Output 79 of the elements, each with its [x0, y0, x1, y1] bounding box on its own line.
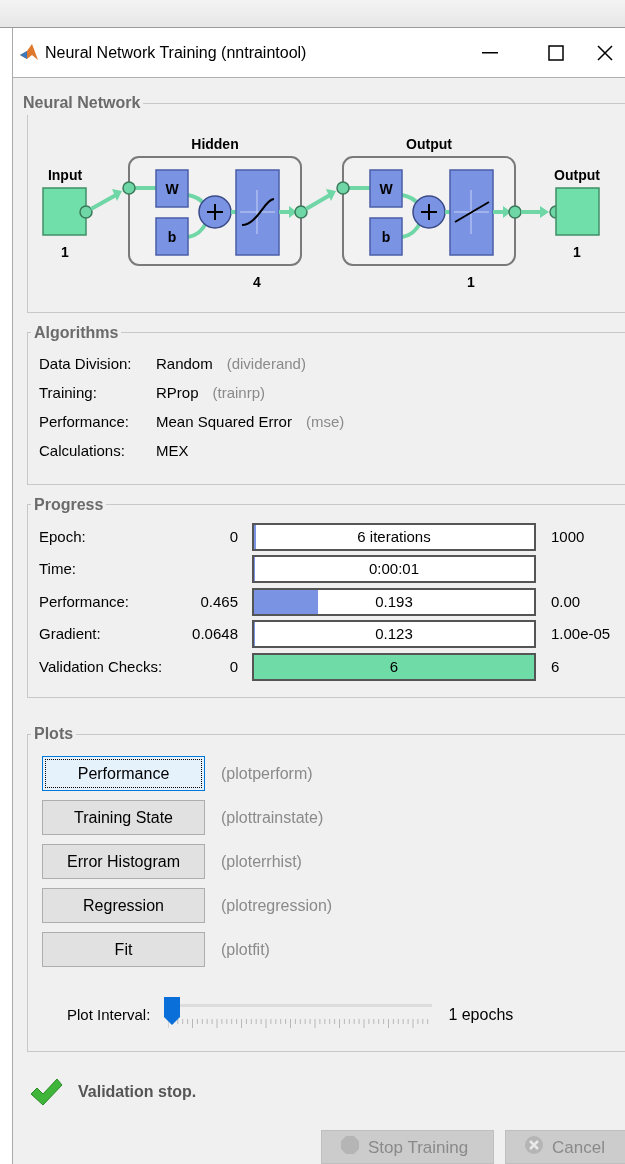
- bias-label: b: [381, 229, 391, 245]
- output-node: [555, 187, 600, 236]
- algorithm-label: Training:: [39, 383, 98, 403]
- plot-button[interactable]: Error Histogram: [42, 844, 205, 880]
- panel-title: Neural Network: [22, 93, 142, 113]
- start-value: 0: [229, 656, 238, 677]
- algorithm-value: Random: [156, 354, 213, 374]
- sum-connector-line: [186, 193, 209, 239]
- progress-value: 0.123: [374, 624, 414, 645]
- algorithm-value: MEX: [156, 441, 189, 461]
- input-label: Input: [47, 167, 83, 183]
- weight-label: W: [165, 181, 179, 197]
- maximize-icon: [548, 44, 564, 61]
- layer-size: 1: [467, 274, 475, 290]
- function-name: (plotfit): [221, 939, 270, 960]
- weight-connector-line: [336, 181, 370, 195]
- progress-label: Performance:: [39, 591, 131, 612]
- plot-button[interactable]: Fit: [42, 932, 205, 968]
- checkmark-icon: [29, 1077, 63, 1107]
- progress-value: 6: [388, 656, 400, 677]
- bias-block: [155, 217, 189, 256]
- bias-label: b: [167, 229, 177, 245]
- start-value: 0: [229, 526, 238, 547]
- algorithm-value: Mean Squared Error: [156, 412, 292, 432]
- panel-title: Algorithms: [33, 322, 120, 343]
- algorithm-label: Data Division:: [39, 354, 133, 374]
- layer-size: 4: [253, 274, 261, 290]
- connector-arrow: [79, 189, 122, 219]
- close-icon: [597, 44, 613, 61]
- app-logo-icon: [19, 42, 39, 63]
- progress-label: Validation Checks:: [39, 656, 164, 677]
- slider-label: Plot Interval:: [67, 1005, 151, 1026]
- function-name: (plottrainstate): [221, 807, 324, 828]
- plot-button[interactable]: Training State: [42, 800, 205, 836]
- panel-title: Progress: [33, 494, 105, 515]
- panel-title: Plots: [33, 724, 75, 745]
- end-value: 1000: [551, 526, 585, 547]
- layer-label: Output: [406, 136, 452, 152]
- weight-block: [369, 169, 403, 208]
- progress-label: Time:: [39, 559, 77, 580]
- bias-block: [369, 217, 403, 256]
- minimize-icon: [482, 51, 498, 54]
- plot-button[interactable]: Regression: [42, 888, 205, 924]
- start-value: 0.0648: [192, 624, 238, 645]
- progress-value: 0:00:01: [367, 559, 420, 580]
- input-size: 1: [61, 244, 69, 260]
- function-name: (ploterrhist): [221, 851, 302, 872]
- end-value: 1.00e-05: [551, 624, 611, 645]
- status-message: Validation stop.: [78, 1082, 197, 1102]
- function-name: (plotregression): [221, 895, 333, 916]
- plot-button[interactable]: Performance: [42, 756, 205, 792]
- slider-reading: 1 epochs: [448, 1005, 514, 1026]
- slider-thumb[interactable]: [164, 997, 181, 1026]
- sum-icon: [412, 195, 446, 229]
- algorithm-value: RProp: [156, 383, 199, 403]
- weight-label: W: [379, 181, 393, 197]
- layer-label: Hidden: [191, 136, 239, 152]
- window-title: Neural Network Training (nntraintool): [45, 42, 307, 63]
- sum-icon: [198, 195, 232, 229]
- algorithm-label: Calculations:: [39, 441, 126, 461]
- input-node: [42, 187, 87, 236]
- weight-block: [155, 169, 189, 208]
- start-value: 0.465: [200, 591, 238, 612]
- sum-connector-line: [400, 193, 423, 239]
- algorithm-label: Performance:: [39, 412, 131, 432]
- function-name: (mse): [305, 412, 345, 432]
- end-value: 0.00: [551, 591, 581, 612]
- function-name: (dividerand): [226, 354, 306, 374]
- progress-value: 0.193: [374, 591, 414, 612]
- progress-value: 6 iterations: [356, 526, 432, 547]
- output-label: Output: [554, 167, 600, 183]
- function-name: (plotperform): [221, 763, 313, 784]
- output-size: 1: [573, 244, 581, 260]
- weight-connector-line: [122, 181, 156, 195]
- progress-label: Epoch:: [39, 526, 87, 547]
- cancel-icon: [524, 1135, 544, 1155]
- end-value: 6: [551, 656, 560, 677]
- progress-label: Gradient:: [39, 624, 102, 645]
- function-name: (trainrp): [212, 383, 266, 403]
